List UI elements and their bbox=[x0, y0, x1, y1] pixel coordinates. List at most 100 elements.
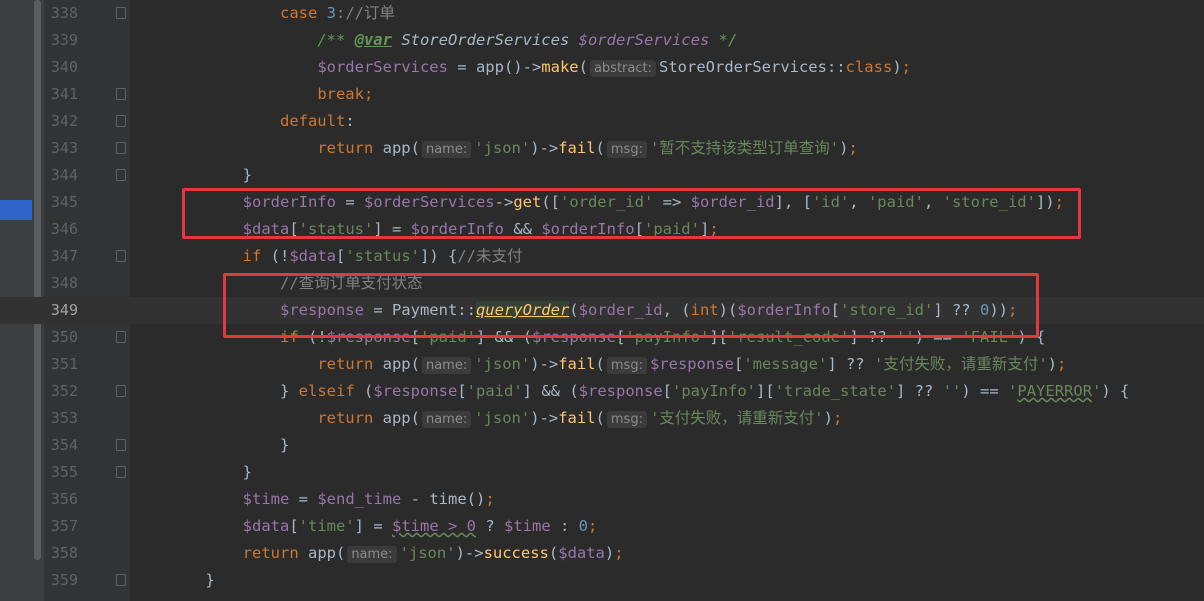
fold-marker-icon[interactable] bbox=[116, 88, 126, 100]
line-number[interactable]: 357 bbox=[44, 513, 78, 540]
code-text[interactable]: } bbox=[168, 162, 252, 189]
line-number[interactable]: 359 bbox=[44, 567, 78, 594]
code-line[interactable]: 357 $data['time'] = $time > 0 ? $time : … bbox=[0, 513, 1204, 540]
code-token: = app()-> bbox=[447, 58, 542, 76]
line-number[interactable]: 349 bbox=[44, 297, 78, 324]
highlight-box-order-info bbox=[182, 188, 1081, 239]
code-token: break; bbox=[317, 85, 374, 103]
code-token: class bbox=[845, 58, 893, 76]
code-line[interactable]: 352 } elseif ($response['paid'] && ($res… bbox=[0, 378, 1204, 405]
code-token: ( bbox=[595, 139, 605, 157]
line-number[interactable]: 355 bbox=[44, 459, 78, 486]
fold-marker-icon[interactable] bbox=[116, 385, 126, 397]
code-token: ; bbox=[588, 517, 598, 535]
code-token: '' bbox=[942, 382, 962, 400]
code-token: make bbox=[541, 58, 579, 76]
line-number[interactable]: 342 bbox=[44, 108, 78, 135]
line-number[interactable]: 339 bbox=[44, 27, 78, 54]
code-token: case bbox=[279, 4, 327, 22]
code-token: 0 bbox=[578, 517, 589, 535]
fold-marker-icon[interactable] bbox=[116, 115, 126, 127]
code-text[interactable]: return app(name:'json')->fail(msg: '暂不支持该… bbox=[168, 135, 858, 163]
code-token: fail bbox=[558, 139, 596, 157]
line-number[interactable]: 352 bbox=[44, 378, 78, 405]
code-line[interactable]: 344 } bbox=[0, 162, 1204, 189]
line-number[interactable]: 347 bbox=[44, 243, 78, 270]
fold-marker-icon[interactable] bbox=[116, 331, 126, 343]
fold-marker-icon[interactable] bbox=[116, 7, 126, 19]
code-line[interactable]: 343 return app(name:'json')->fail(msg: '暂… bbox=[0, 135, 1204, 162]
line-number[interactable]: 344 bbox=[44, 162, 78, 189]
code-token: $data bbox=[242, 517, 290, 535]
code-text[interactable]: } elseif ($response['paid'] && ($respons… bbox=[168, 378, 1129, 405]
line-number[interactable]: 340 bbox=[44, 54, 78, 81]
code-token: 'json' bbox=[399, 544, 456, 562]
code-line[interactable]: 355 } bbox=[0, 459, 1204, 486]
code-line[interactable]: 356 $time = $end_time - time(); bbox=[0, 486, 1204, 513]
code-text[interactable]: break; bbox=[168, 81, 373, 108]
code-token: StoreOrderServices:: bbox=[659, 58, 846, 76]
code-text[interactable]: default: bbox=[168, 108, 355, 135]
code-text[interactable]: } bbox=[168, 567, 214, 594]
line-number[interactable]: 358 bbox=[44, 540, 78, 567]
code-text[interactable]: if (!$data['status']) {//未支付 bbox=[168, 243, 523, 270]
code-token: [ bbox=[457, 382, 467, 400]
code-line[interactable]: 353 return app(name:'json')->fail(msg: '支… bbox=[0, 405, 1204, 432]
line-number[interactable]: 343 bbox=[44, 135, 78, 162]
line-number[interactable]: 338 bbox=[44, 0, 78, 27]
parameter-hint: msg: bbox=[606, 357, 647, 374]
code-text[interactable]: return app(name:'json')->fail(msg: $respo… bbox=[168, 351, 1066, 379]
line-number[interactable]: 346 bbox=[44, 216, 78, 243]
code-line[interactable]: 354 } bbox=[0, 432, 1204, 459]
code-text[interactable]: return app(name:'json')->success($data); bbox=[168, 540, 624, 568]
code-token: app( bbox=[382, 409, 420, 427]
code-token: default bbox=[279, 112, 346, 130]
code-text[interactable]: case 3://订单 bbox=[168, 0, 395, 27]
code-text[interactable]: /** @var StoreOrderServices $orderServic… bbox=[168, 27, 737, 54]
code-line[interactable]: 339 /** @var StoreOrderServices $orderSe… bbox=[0, 27, 1204, 54]
line-number[interactable]: 345 bbox=[44, 189, 78, 216]
code-line[interactable]: 347 if (!$data['status']) {//未支付 bbox=[0, 243, 1204, 270]
code-text[interactable]: return app(name:'json')->fail(msg: '支付失败，… bbox=[168, 405, 842, 433]
line-number[interactable]: 353 bbox=[44, 405, 78, 432]
fold-marker-icon[interactable] bbox=[116, 250, 126, 262]
line-number[interactable]: 356 bbox=[44, 486, 78, 513]
code-token: } bbox=[168, 382, 299, 400]
line-number[interactable]: 348 bbox=[44, 270, 78, 297]
code-token: ) bbox=[1047, 355, 1057, 373]
fold-marker-icon[interactable] bbox=[116, 439, 126, 451]
code-text[interactable]: } bbox=[168, 432, 289, 459]
line-number[interactable]: 351 bbox=[44, 351, 78, 378]
code-line[interactable]: 351 return app(name:'json')->fail(msg: $r… bbox=[0, 351, 1204, 378]
code-text[interactable]: $data['time'] = $time > 0 ? $time : 0; bbox=[168, 513, 598, 540]
code-token: ] ?? bbox=[896, 382, 943, 400]
code-token: $time > 0 bbox=[392, 517, 476, 535]
code-token: 'payInfo' bbox=[672, 382, 757, 400]
code-token: [ bbox=[336, 247, 346, 265]
code-line[interactable]: 342 default: bbox=[0, 108, 1204, 135]
code-text[interactable]: } bbox=[168, 459, 252, 486]
code-line[interactable]: 338 case 3://订单 bbox=[0, 0, 1204, 27]
code-line[interactable]: 358 return app(name:'json')->success($da… bbox=[0, 540, 1204, 567]
code-line[interactable]: 340 $orderServices = app()->make(abstrac… bbox=[0, 54, 1204, 81]
code-text[interactable]: $time = $end_time - time(); bbox=[168, 486, 495, 513]
code-line[interactable]: 359 } bbox=[0, 567, 1204, 594]
code-token: ; bbox=[901, 58, 911, 76]
parameter-hint: abstract: bbox=[589, 60, 656, 77]
line-number[interactable]: 341 bbox=[44, 81, 78, 108]
line-number[interactable]: 350 bbox=[44, 324, 78, 351]
line-number[interactable]: 354 bbox=[44, 432, 78, 459]
fold-marker-icon[interactable] bbox=[116, 142, 126, 154]
code-token: app( bbox=[382, 139, 420, 157]
code-token: success bbox=[483, 544, 549, 562]
fold-marker-icon[interactable] bbox=[116, 169, 126, 181]
fold-marker-icon[interactable] bbox=[116, 466, 126, 478]
fold-marker-icon[interactable] bbox=[116, 574, 126, 586]
code-token: ' bbox=[1092, 382, 1102, 400]
code-line[interactable]: 341 break; bbox=[0, 81, 1204, 108]
code-text[interactable]: $orderServices = app()->make(abstract: St… bbox=[168, 54, 911, 82]
code-token: if bbox=[242, 247, 271, 265]
